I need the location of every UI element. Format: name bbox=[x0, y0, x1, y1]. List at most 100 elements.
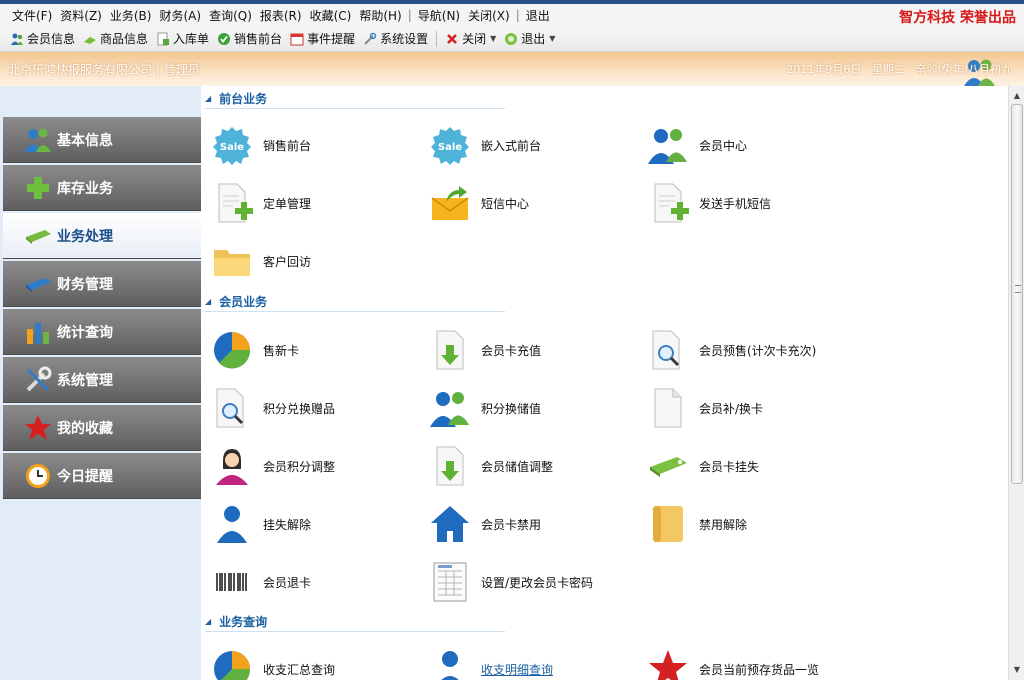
check-circle-icon bbox=[218, 32, 231, 45]
item-income-detail[interactable]: 收支明细查询 bbox=[429, 646, 639, 680]
menu-help[interactable]: 帮助(H) bbox=[355, 7, 405, 24]
item-member-center[interactable]: 会员中心 bbox=[647, 122, 857, 168]
menu-exit[interactable]: 退出 bbox=[522, 7, 554, 24]
menu-reports[interactable]: 报表(R) bbox=[256, 7, 306, 24]
svg-text:Sale: Sale bbox=[220, 142, 244, 153]
toolbar-label: 事件提醒 bbox=[307, 32, 356, 46]
collapse-triangle-icon: ◢ bbox=[205, 617, 212, 626]
document-add-icon bbox=[218, 183, 253, 223]
sidebar-item-label: 系统管理 bbox=[57, 372, 113, 389]
sidebar-item-label: 统计查询 bbox=[57, 324, 113, 341]
item-send-mobile-sms[interactable]: 发送手机短信 bbox=[647, 180, 857, 226]
menu-separator: | bbox=[515, 8, 520, 22]
section-title: 前台业务 bbox=[219, 92, 268, 106]
scroll-up-arrow-icon[interactable]: ▲ bbox=[1009, 88, 1024, 104]
item-income-summary[interactable]: 收支汇总查询 bbox=[211, 646, 421, 680]
item-sms-center[interactable]: 短信中心 bbox=[429, 180, 639, 226]
item-customer-followup[interactable]: 客户回访 bbox=[211, 238, 421, 284]
spreadsheet-icon bbox=[433, 562, 467, 602]
item-points-adjust[interactable]: 会员积分调整 bbox=[211, 443, 421, 489]
menu-file[interactable]: 文件(F) bbox=[8, 7, 56, 24]
collapse-triangle-icon: ◢ bbox=[205, 297, 212, 306]
toolbar-exit-button[interactable]: 退出 ▼ bbox=[500, 30, 559, 47]
item-card-password[interactable]: 设置/更改会员卡密码 bbox=[429, 559, 639, 605]
item-member-prestored-goods[interactable]: 会员当前预存货品一览 bbox=[647, 646, 857, 680]
card-icon bbox=[26, 277, 51, 292]
scroll-down-arrow-icon[interactable]: ▼ bbox=[1009, 662, 1024, 678]
sale-badge-icon: Sale bbox=[431, 127, 469, 165]
document-icon bbox=[157, 32, 170, 45]
sidebar-item-system[interactable]: 系统管理 bbox=[3, 357, 201, 403]
document-download-icon bbox=[436, 330, 464, 370]
banner-date-info: 2011年9月6日 星期二 辛卯(兔年)八月初九 bbox=[786, 61, 1012, 77]
item-label: 会员预售(计次卡充次) bbox=[699, 343, 817, 358]
menu-close[interactable]: 关闭(X) bbox=[464, 7, 514, 24]
toolbar-label: 销售前台 bbox=[234, 32, 283, 46]
sidebar-item-basic-info[interactable]: 基本信息 bbox=[3, 117, 201, 163]
item-label: 客户回访 bbox=[263, 254, 312, 269]
item-card-recharge[interactable]: 会员卡充值 bbox=[429, 327, 639, 373]
item-enable[interactable]: 禁用解除 bbox=[647, 501, 857, 547]
item-label: 积分兑换赠品 bbox=[263, 401, 336, 416]
menu-bar: 文件(F) 资料(Z) 业务(B) 财务(A) 查询(Q) 报表(R) 收藏(C… bbox=[0, 4, 1024, 26]
document-search-icon bbox=[652, 330, 680, 370]
menu-data[interactable]: 资料(Z) bbox=[56, 7, 106, 24]
sidebar-item-inventory[interactable]: 库存业务 bbox=[3, 165, 201, 211]
document-add-icon bbox=[654, 183, 689, 223]
toolbar-close-button[interactable]: 关闭 ▼ bbox=[441, 30, 500, 47]
item-label: 销售前台 bbox=[263, 138, 312, 153]
menu-favorites[interactable]: 收藏(C) bbox=[306, 7, 356, 24]
pie-chart-icon bbox=[214, 332, 251, 369]
toolbar-system-settings-button[interactable]: 系统设置 bbox=[359, 30, 432, 47]
sidebar-item-finance[interactable]: 财务管理 bbox=[3, 261, 201, 307]
menu-query[interactable]: 查询(Q) bbox=[205, 7, 256, 24]
tools-icon bbox=[364, 32, 377, 45]
sidebar-item-favorites[interactable]: 我的收藏 bbox=[3, 405, 201, 451]
toolbar-sales-desk-button[interactable]: 销售前台 bbox=[213, 30, 286, 47]
main-scrollbar[interactable]: ▲ ▼ bbox=[1008, 86, 1024, 680]
item-member-presale[interactable]: 会员预售(计次卡充次) bbox=[647, 327, 857, 373]
menu-business[interactable]: 业务(B) bbox=[106, 7, 156, 24]
sidebar-item-business[interactable]: 业务处理 bbox=[3, 213, 201, 259]
item-card-refund[interactable]: 会员退卡 bbox=[211, 559, 421, 605]
barcode-icon bbox=[214, 571, 250, 593]
item-card-disable[interactable]: 会员卡禁用 bbox=[429, 501, 639, 547]
item-cancel-loss[interactable]: 挂失解除 bbox=[211, 501, 421, 547]
item-label: 售新卡 bbox=[263, 343, 300, 358]
section-header-front-desk[interactable]: ◢ 前台业务 bbox=[205, 89, 505, 109]
item-points-to-stored-value[interactable]: 积分换储值 bbox=[429, 385, 639, 431]
item-sales-desk[interactable]: Sale 销售前台 bbox=[211, 122, 421, 168]
close-icon bbox=[447, 33, 458, 44]
sidebar-item-statistics[interactable]: 统计查询 bbox=[3, 309, 201, 355]
item-label: 会员积分调整 bbox=[263, 459, 336, 474]
sidebar-item-label: 今日提醒 bbox=[57, 468, 113, 485]
item-stored-value-adjust[interactable]: 会员储值调整 bbox=[429, 443, 639, 489]
item-card-reissue[interactable]: 会员补/换卡 bbox=[647, 385, 857, 431]
chevron-down-icon: ▼ bbox=[549, 34, 556, 43]
toolbar-event-reminder-button[interactable]: 事件提醒 bbox=[286, 30, 359, 47]
sidebar-item-reminders[interactable]: 今日提醒 bbox=[3, 453, 201, 499]
item-label: 禁用解除 bbox=[699, 517, 748, 532]
section-header-member[interactable]: ◢ 会员业务 bbox=[205, 292, 505, 312]
toolbar-label: 入库单 bbox=[173, 32, 210, 46]
section-header-query[interactable]: ◢ 业务查询 bbox=[205, 612, 505, 632]
company-name: 北京乐鸿快报服务有限公司 bbox=[8, 63, 153, 77]
menu-finance[interactable]: 财务(A) bbox=[155, 7, 205, 24]
user-icon bbox=[441, 651, 459, 680]
folder-icon bbox=[214, 250, 250, 276]
item-label: 会员卡挂失 bbox=[699, 459, 760, 474]
scrollbar-thumb[interactable] bbox=[1011, 104, 1023, 484]
users-icon bbox=[24, 128, 51, 152]
item-sell-new-card[interactable]: 售新卡 bbox=[211, 327, 421, 373]
toolbar-stock-in-button[interactable]: 入库单 bbox=[152, 30, 213, 47]
item-embedded-desk[interactable]: Sale 嵌入式前台 bbox=[429, 122, 639, 168]
user-role: 管理员 bbox=[163, 63, 200, 77]
users-icon bbox=[11, 33, 23, 45]
toolbar-product-info-button[interactable]: 商品信息 bbox=[79, 30, 152, 47]
item-label: 积分换储值 bbox=[481, 401, 542, 416]
item-order-management[interactable]: 定单管理 bbox=[211, 180, 421, 226]
toolbar-member-info-button[interactable]: 会员信息 bbox=[6, 30, 79, 47]
item-points-exchange-gift[interactable]: 积分兑换赠品 bbox=[211, 385, 421, 431]
menu-navigation[interactable]: 导航(N) bbox=[414, 7, 464, 24]
item-card-report-loss[interactable]: 会员卡挂失 bbox=[647, 443, 857, 489]
